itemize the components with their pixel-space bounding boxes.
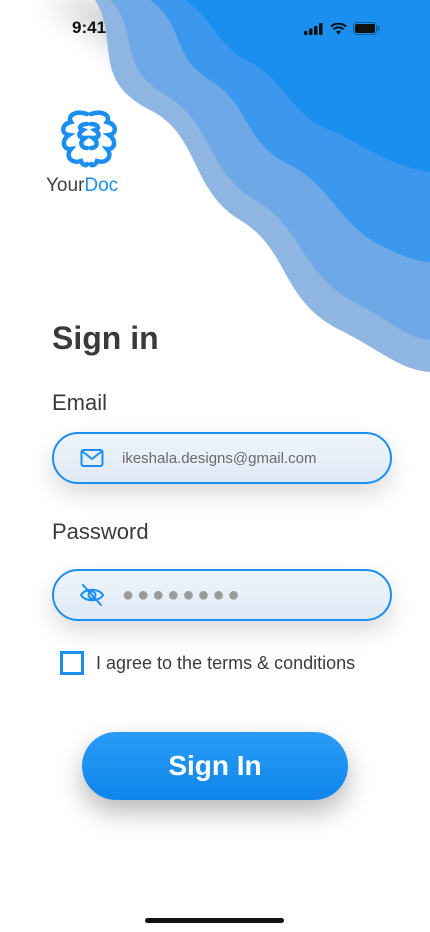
email-field-container[interactable] — [52, 432, 392, 484]
battery-icon — [353, 22, 380, 35]
logo — [46, 108, 132, 175]
logo-name-part2: Doc — [84, 175, 119, 196]
password-field-container[interactable] — [52, 569, 392, 621]
sign-in-screen: 9:41 YourDoc Sign in Email ikeshala.desi… — [0, 0, 430, 932]
terms-label[interactable]: I agree to the terms & conditions — [96, 653, 355, 674]
signal-icon — [304, 22, 323, 35]
logo-name-part1: Your — [46, 175, 85, 196]
mail-icon — [78, 444, 106, 472]
status-bar: 9:41 — [0, 0, 430, 58]
home-indicator[interactable] — [145, 918, 284, 923]
terms-checkbox[interactable] — [60, 651, 84, 675]
status-icons — [304, 22, 380, 35]
decorative-waves — [40, 0, 430, 372]
sign-in-button[interactable]: Sign In — [82, 732, 348, 800]
eye-off-icon[interactable] — [78, 581, 106, 609]
page-title: Sign in — [52, 320, 159, 356]
wifi-icon — [330, 22, 347, 34]
status-time: 9:41 — [72, 18, 107, 37]
password-input[interactable] — [120, 582, 384, 608]
brain-icon — [61, 110, 117, 168]
password-label: Password — [52, 519, 149, 544]
email-label: Email — [52, 390, 108, 415]
email-input[interactable] — [120, 448, 384, 468]
terms-agreement: I agree to the terms & conditions — [60, 651, 355, 675]
logo-wordmark: YourDoc — [46, 175, 118, 197]
